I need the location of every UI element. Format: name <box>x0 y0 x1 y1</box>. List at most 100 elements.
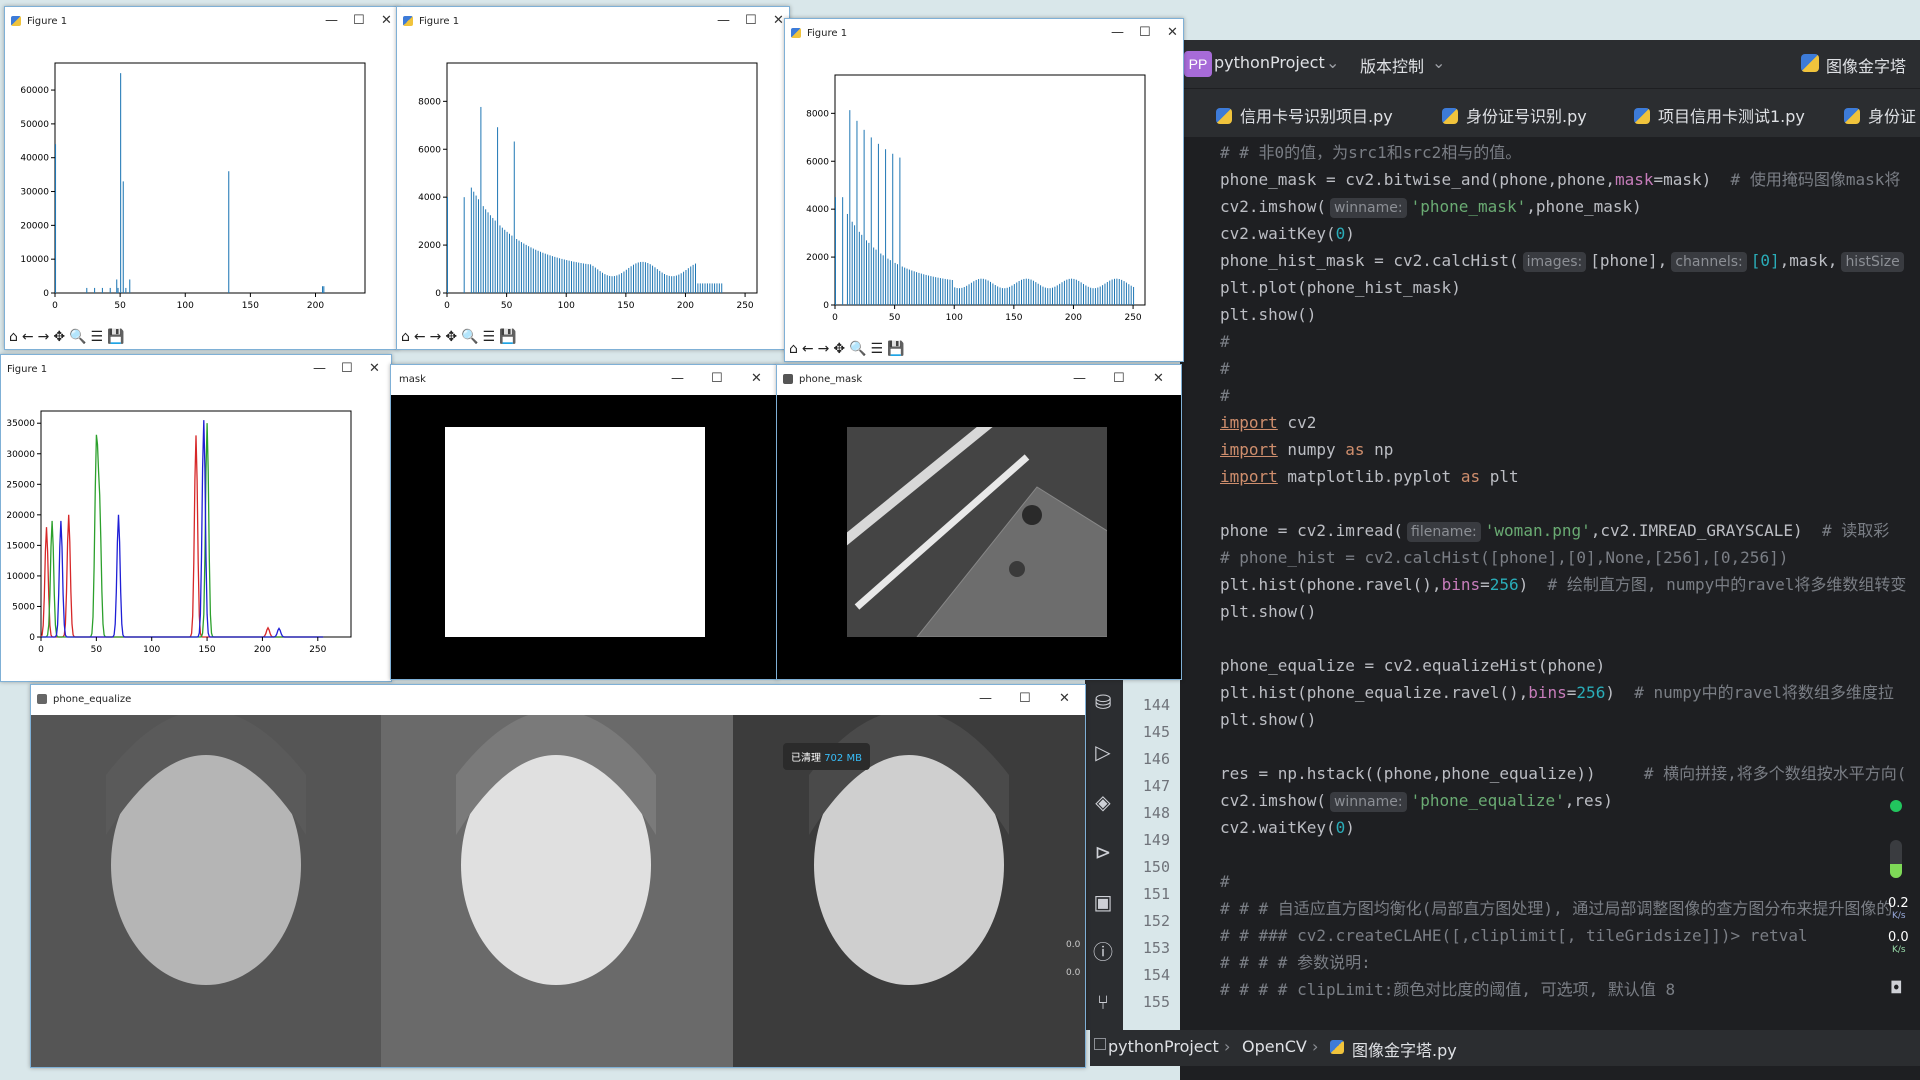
figure-window-4[interactable]: Figure 1 — ☐ ✕ 0 5000 10000 15000 20000 25000… <box>0 354 392 682</box>
window-titlebar[interactable]: phone_mask — ☐ ✕ <box>777 365 1181 395</box>
project-name[interactable]: pythonProject <box>1214 53 1325 72</box>
histogram-bar <box>644 262 646 293</box>
histogram-bar <box>1009 286 1011 305</box>
configure-icon[interactable]: ☰ <box>483 329 496 345</box>
figure-window-3[interactable]: Figure 1 — ☐ ✕ 0 2000 4000 6000 8000 0 50 100 1… <box>784 18 1184 362</box>
breadcrumb-project[interactable]: pythonProject <box>1108 1037 1219 1056</box>
close-button[interactable]: ✕ <box>1167 25 1178 40</box>
histogram-bar <box>1037 283 1039 305</box>
figure-window-1[interactable]: Figure 1 — ☐ ✕ 0 10000 20000 30000 40000 5000… <box>4 6 398 350</box>
maximize-button[interactable]: ☐ <box>1113 371 1125 386</box>
histogram-bar <box>923 274 925 305</box>
forward-icon[interactable]: → <box>818 341 830 357</box>
maximize-button[interactable]: ☐ <box>711 371 723 386</box>
project-badge[interactable]: PP <box>1184 51 1212 77</box>
vcs-chevron-down-icon[interactable]: ⌄ <box>1432 53 1445 72</box>
home-icon[interactable]: ⌂ <box>789 341 798 357</box>
camera-icon[interactable]: ◘ <box>1890 978 1903 997</box>
close-button[interactable]: ✕ <box>773 13 784 28</box>
minimize-button[interactable]: — <box>717 13 730 28</box>
minimize-button[interactable]: — <box>671 371 684 386</box>
histogram-bar <box>661 272 663 293</box>
minimize-button[interactable]: — <box>1073 371 1086 386</box>
minimize-button[interactable]: — <box>979 691 992 706</box>
y-tick-label: 6000 <box>418 145 441 155</box>
code-editor[interactable]: # # 非0的值，为src1和src2相与的值。 phone_mask = cv… <box>1180 140 1920 1040</box>
zoom-icon[interactable]: 🔍 <box>69 329 86 345</box>
pan-icon[interactable]: ✥ <box>833 341 845 357</box>
forward-icon[interactable]: → <box>430 329 442 345</box>
git-icon[interactable]: ⑂ <box>1091 990 1115 1014</box>
window-titlebar[interactable]: Figure 1 — ☐ ✕ <box>1 355 391 385</box>
run-config-name[interactable]: 图像金字塔 <box>1826 53 1906 77</box>
histogram-bar <box>129 279 131 293</box>
run-icon[interactable]: ▷ <box>1091 740 1115 764</box>
close-button[interactable]: ✕ <box>1059 691 1070 706</box>
layers-icon[interactable]: ◈ <box>1091 790 1115 814</box>
save-icon[interactable]: 💾 <box>107 329 124 345</box>
configure-icon[interactable]: ☰ <box>91 329 104 345</box>
maximize-button[interactable]: ☐ <box>341 361 353 376</box>
histogram-bar <box>1083 283 1084 305</box>
breadcrumb-folder[interactable]: OpenCV <box>1242 1037 1307 1056</box>
back-icon[interactable]: ← <box>22 329 34 345</box>
zoom-icon[interactable]: 🔍 <box>461 329 478 345</box>
home-icon[interactable]: ⌂ <box>9 329 18 345</box>
tab-id-card-2[interactable]: 身份证 <box>1844 103 1916 127</box>
window-titlebar[interactable]: Figure 1 — ☐ ✕ <box>785 19 1183 49</box>
window-titlebar[interactable]: mask — ☐ ✕ <box>391 365 777 395</box>
configure-icon[interactable]: ☰ <box>871 341 884 357</box>
phone-mask-window[interactable]: phone_mask — ☐ ✕ <box>776 364 1182 680</box>
tab-id-card[interactable]: 身份证号识别.py <box>1442 103 1587 127</box>
histogram-bar <box>935 277 937 305</box>
tab-credit-card[interactable]: 信用卡号识别项目.py <box>1216 103 1393 127</box>
pan-icon[interactable]: ✥ <box>445 329 457 345</box>
breadcrumb-file[interactable]: 图像金字塔.py <box>1352 1037 1457 1061</box>
forward-icon[interactable]: → <box>38 329 50 345</box>
histogram-bar <box>475 195 477 293</box>
terminal-icon[interactable]: ▣ <box>1091 890 1115 914</box>
back-icon[interactable]: ← <box>414 329 426 345</box>
histogram-bar <box>1021 279 1022 305</box>
minimize-button[interactable]: — <box>313 361 326 376</box>
back-icon[interactable]: ← <box>802 341 814 357</box>
close-button[interactable]: ✕ <box>381 13 392 28</box>
zoom-icon[interactable]: 🔍 <box>849 341 866 357</box>
histogram-bar <box>664 273 665 293</box>
vcs-menu[interactable]: 版本控制 <box>1360 53 1424 77</box>
services-icon[interactable]: ⊳ <box>1091 840 1115 864</box>
cleanup-toast[interactable]: 已清理 702 MB <box>783 743 870 770</box>
code-line: # phone_hist = cv2.calcHist([phone],[0],… <box>1220 548 1789 567</box>
figure-window-2[interactable]: Figure 1 — ☐ ✕ 0 2000 4000 6000 8000 0 50 100 1… <box>396 6 790 350</box>
y-tick-label: 35000 <box>6 419 35 429</box>
plot-area <box>446 62 758 294</box>
home-icon[interactable]: ⌂ <box>401 329 410 345</box>
mask-window[interactable]: mask — ☐ ✕ <box>390 364 778 680</box>
maximize-button[interactable]: ☐ <box>353 13 365 28</box>
problems-icon[interactable]: ⓘ <box>1091 940 1115 964</box>
maximize-button[interactable]: ☐ <box>745 13 757 28</box>
histogram-bar <box>1121 279 1123 305</box>
histogram-bar <box>1025 278 1027 305</box>
pan-icon[interactable]: ✥ <box>53 329 65 345</box>
histogram-bar <box>944 278 946 305</box>
window-titlebar[interactable]: Figure 1 — ☐ ✕ <box>5 7 397 37</box>
maximize-button[interactable]: ☐ <box>1019 691 1031 706</box>
histogram-bar <box>835 197 836 305</box>
window-titlebar[interactable]: phone_equalize — ☐ ✕ <box>31 685 1085 715</box>
maximize-button[interactable]: ☐ <box>1139 25 1151 40</box>
save-icon[interactable]: 💾 <box>887 341 904 357</box>
save-icon[interactable]: 💾 <box>499 329 516 345</box>
phone-equalize-window[interactable]: phone_equalize — ☐ ✕ 已清理 702 MB <box>30 684 1086 1068</box>
close-button[interactable]: ✕ <box>751 371 762 386</box>
close-button[interactable]: ✕ <box>1153 371 1164 386</box>
project-chevron-down-icon[interactable]: ⌄ <box>1326 53 1339 72</box>
code-token: =mask) <box>1653 170 1731 189</box>
close-button[interactable]: ✕ <box>369 361 380 376</box>
minimize-button[interactable]: — <box>325 13 338 28</box>
window-titlebar[interactable]: Figure 1 — ☐ ✕ <box>397 7 789 37</box>
window-title: phone_equalize <box>53 694 132 705</box>
tab-credit-test[interactable]: 项目信用卡测试1.py <box>1634 103 1805 127</box>
minimize-button[interactable]: — <box>1111 25 1124 40</box>
python-packages-icon[interactable]: ⛁ <box>1091 690 1115 714</box>
